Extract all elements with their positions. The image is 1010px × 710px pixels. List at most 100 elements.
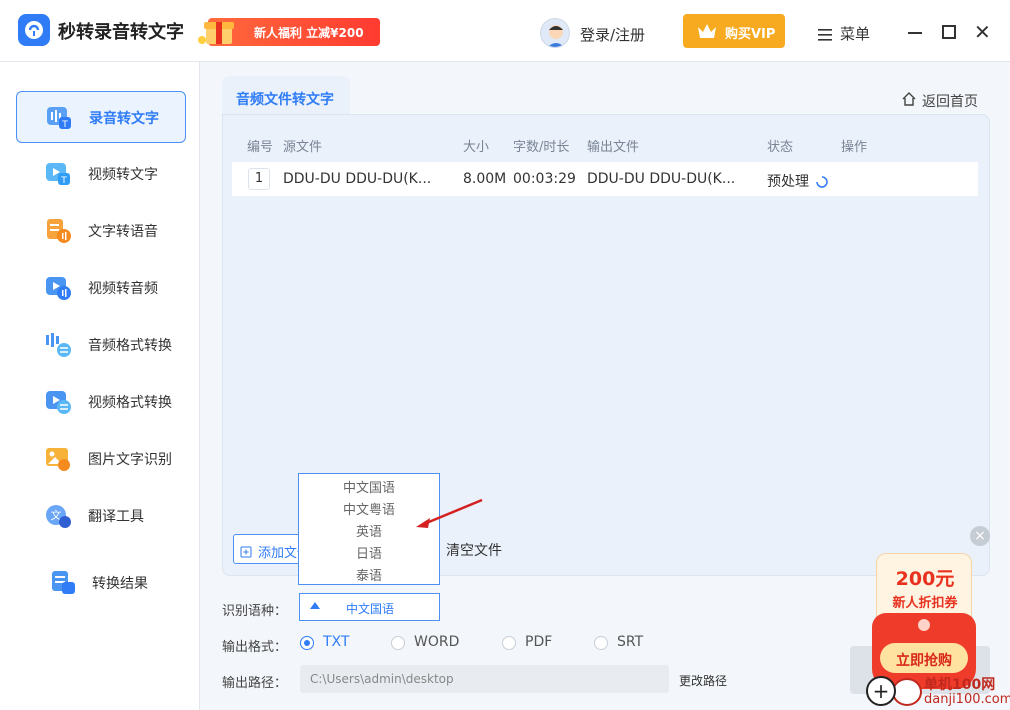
tab-audio-file-to-text[interactable]: 音频文件转文字	[222, 76, 350, 114]
menu-label[interactable]: 菜单	[840, 23, 870, 44]
close-icon[interactable]: ✕	[974, 22, 994, 42]
radio-pdf[interactable]	[502, 636, 516, 650]
watermark-url: danji100.com	[924, 692, 1010, 707]
column-header: 编号	[247, 140, 274, 155]
coupon-amount: 200元	[895, 568, 955, 590]
watermark-text: 单机100网	[924, 677, 996, 693]
format-option-label[interactable]: PDF	[525, 634, 552, 650]
change-path-button[interactable]: 更改路径	[679, 672, 727, 689]
recognize-language-label: 识别语种：	[222, 604, 288, 619]
sidebar-item-text-to-speech[interactable]: 文字转语音	[16, 205, 186, 257]
sidebar-item-image-ocr[interactable]: 图片文字识别	[16, 433, 186, 485]
maximize-icon[interactable]	[942, 25, 956, 39]
add-file-button[interactable]: 添加文件	[233, 534, 303, 564]
column-header: 源文件	[283, 140, 323, 155]
watermark-plus-icon: +	[866, 676, 896, 706]
sidebar-item-video-to-audio[interactable]: 视频转音频	[16, 262, 186, 314]
coupon-widget[interactable]: 200元 新人折扣券 立即抢购	[872, 553, 976, 689]
arrow-pointer-icon	[414, 496, 484, 530]
column-header: 状态	[767, 140, 794, 155]
home-icon[interactable]	[901, 91, 917, 107]
sidebar-item-label: 视频转音频	[88, 281, 158, 297]
avatar[interactable]	[540, 18, 570, 48]
source-file: DDU-DU DDU-DU(K...	[283, 171, 432, 187]
radio-txt[interactable]	[300, 636, 314, 650]
sidebar-item-video-format[interactable]: 视频格式转换	[16, 376, 186, 428]
promo-banner[interactable]: 新人福利 立减¥200	[196, 14, 380, 48]
minimize-icon[interactable]	[908, 32, 922, 34]
row-number: 1	[248, 168, 270, 190]
output-path-value: C:\Users\admin\desktop	[310, 672, 454, 686]
sidebar-item-label: 录音转文字	[89, 111, 159, 127]
sidebar-item-label: 图片文字识别	[88, 452, 172, 468]
sidebar-item-translate[interactable]: 文 翻译工具	[16, 490, 186, 542]
caret-up-icon	[310, 602, 320, 609]
return-home-link[interactable]: 返回首页	[922, 91, 978, 111]
radio-word[interactable]	[391, 636, 405, 650]
sidebar-item-label: 视频格式转换	[88, 395, 172, 411]
format-option-label[interactable]: SRT	[617, 634, 643, 650]
add-file-label: 添加文件	[258, 546, 302, 561]
table-header: 编号 源文件 大小 字数/时长 输出文件 状态 操作	[232, 128, 978, 160]
sidebar-item-label: 文字转语音	[88, 224, 158, 240]
radio-srt[interactable]	[594, 636, 608, 650]
language-value: 中文国语	[346, 602, 395, 616]
buy-now-button[interactable]: 立即抢购	[880, 643, 968, 673]
buy-now-label: 立即抢购	[896, 653, 952, 669]
file-size: 8.00M	[463, 171, 507, 187]
close-promo-icon[interactable]: ×	[970, 526, 990, 546]
sidebar-item-label: 转换结果	[92, 576, 148, 592]
column-header: 操作	[841, 140, 868, 155]
sidebar-item-results[interactable]: 转换结果	[16, 557, 186, 609]
language-select[interactable]: 中文国语	[299, 593, 440, 621]
video-audio-icon	[44, 275, 72, 301]
menu-icon[interactable]	[818, 26, 832, 41]
results-icon	[50, 570, 78, 596]
svg-text:T: T	[60, 176, 67, 186]
table-row[interactable]: 1 DDU-DU DDU-DU(K... 8.00M 00:03:29 DDU-…	[232, 162, 978, 196]
add-file-icon	[240, 543, 252, 558]
translate-icon: 文	[44, 503, 72, 529]
buy-vip-button[interactable]: 购买VIP	[683, 14, 785, 48]
column-header: 大小	[463, 140, 490, 155]
status-text: 预处理	[767, 174, 809, 190]
output-file: DDU-DU DDU-DU(K...	[587, 171, 736, 187]
app-title: 秒转录音转文字	[58, 22, 184, 43]
video-icon: T	[44, 161, 72, 187]
title-bar: 秒转录音转文字 新人福利 立减¥200 登录/注册 购买VIP 菜单 ✕	[0, 0, 1010, 62]
format-option-label[interactable]: WORD	[414, 634, 459, 650]
format-option-label[interactable]: TXT	[323, 634, 349, 650]
output-path-field[interactable]: C:\Users\admin\desktop	[300, 665, 669, 693]
crown-icon	[697, 22, 717, 40]
language-option[interactable]: 中文国语	[299, 477, 439, 496]
login-link[interactable]: 登录/注册	[580, 24, 645, 45]
microphone-icon: T	[45, 105, 73, 131]
sidebar-item-audio-format[interactable]: 音频格式转换	[16, 319, 186, 371]
language-option[interactable]: 泰语	[299, 565, 439, 584]
output-path-label: 输出路径：	[222, 676, 288, 691]
coupon-seal-icon	[918, 619, 930, 631]
output-format-label: 输出格式：	[222, 640, 288, 655]
loading-spinner-icon	[816, 173, 828, 188]
language-option[interactable]: 日语	[299, 543, 439, 562]
watermark: + 单机100网 danji100.com	[862, 674, 1010, 710]
sidebar: T 录音转文字 T 视频转文字 文字转语音 视频转音频 音频格式转换 视频格式转…	[0, 62, 200, 710]
sidebar-item-label: 视频转文字	[88, 167, 158, 183]
sidebar-item-video-to-text[interactable]: T 视频转文字	[16, 148, 186, 200]
vip-label: 购买VIP	[725, 27, 776, 42]
app-logo-icon	[18, 14, 50, 46]
image-text-icon	[44, 446, 72, 472]
sidebar-item-audio-to-text[interactable]: T 录音转文字	[16, 91, 186, 143]
sidebar-item-label: 翻译工具	[88, 509, 144, 525]
column-header: 字数/时长	[513, 140, 570, 155]
coupon-card: 200元 新人折扣券	[876, 553, 972, 619]
column-header: 输出文件	[587, 140, 640, 155]
duration: 00:03:29	[513, 171, 576, 187]
video-convert-icon	[44, 389, 72, 415]
clear-files-label: 清空文件	[446, 543, 502, 559]
coupon-desc: 新人折扣券	[892, 596, 958, 611]
promo-text: 新人福利 立减¥200	[254, 26, 364, 40]
audio-convert-icon	[44, 332, 72, 358]
watermark-logo-icon	[892, 678, 922, 706]
svg-text:T: T	[61, 120, 68, 130]
